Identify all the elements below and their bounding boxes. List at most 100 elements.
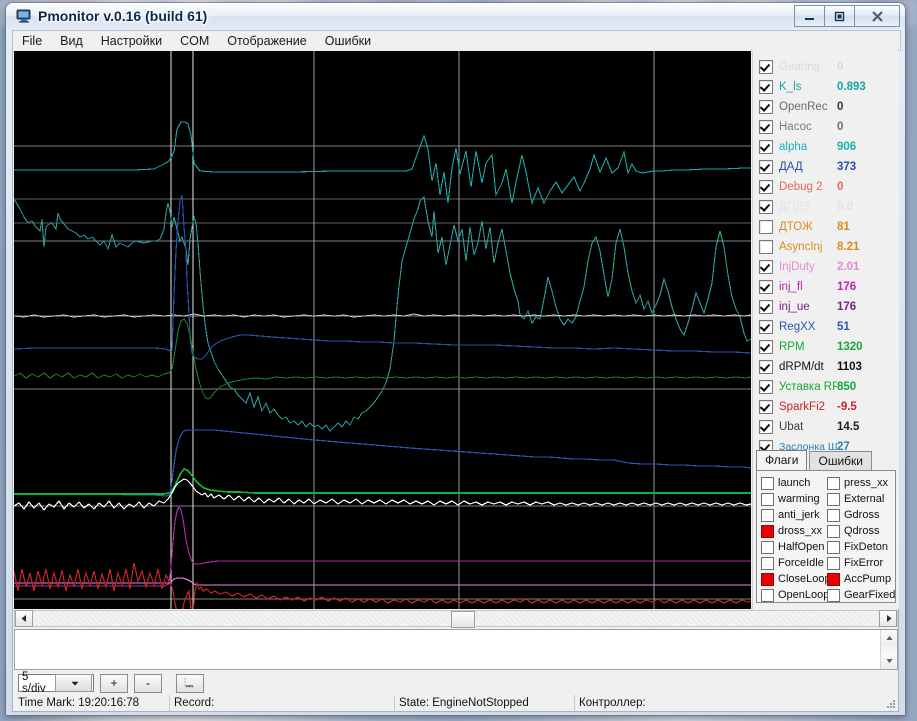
channel-checkbox-sparkfi2[interactable] xyxy=(759,400,773,414)
channel-checkbox-drpm-dt[interactable] xyxy=(759,360,773,374)
zoom-out-button[interactable]: - xyxy=(134,673,162,693)
scroll-up-icon[interactable] xyxy=(881,630,897,646)
menu-item-display[interactable]: Отображение xyxy=(218,32,315,51)
channel-row-gearing[interactable]: Gearing 0 xyxy=(753,57,893,77)
tab-errors[interactable]: Ошибки xyxy=(809,451,872,471)
log-textbox[interactable] xyxy=(14,629,898,670)
menu-item-settings[interactable]: Настройки xyxy=(92,32,171,51)
channel-row-inj-ue[interactable]: inj_ue 176 xyxy=(753,297,893,317)
channel-row-injduty[interactable]: InjDuty 2.01 xyxy=(753,257,893,277)
flag-row-launch[interactable]: launch xyxy=(761,475,827,491)
channel-checkbox-debug2[interactable] xyxy=(759,180,773,194)
channel-checkbox-gearing[interactable] xyxy=(759,60,773,74)
flag-row-dross-xx[interactable]: dross_xx xyxy=(761,523,827,539)
graph-horizontal-scrollbar[interactable] xyxy=(14,610,898,628)
menu-item-com[interactable]: COM xyxy=(171,32,218,51)
flag-row-forceidle[interactable]: ForceIdle xyxy=(761,555,827,571)
flag-checkbox-openloop[interactable] xyxy=(761,588,774,602)
flag-checkbox-launch[interactable] xyxy=(761,476,774,490)
channel-checkbox-regxx[interactable] xyxy=(759,320,773,334)
menu-item-file[interactable]: File xyxy=(13,32,51,51)
channel-checkbox-injduty[interactable] xyxy=(759,260,773,274)
flag-checkbox-fixerror[interactable] xyxy=(827,556,840,570)
channel-row-asyncinj[interactable]: AsyncInj 8.21 xyxy=(753,237,893,257)
channel-row-rpm[interactable]: RPM 1320 xyxy=(753,337,893,357)
flag-row-gearfixed[interactable]: GearFixed xyxy=(827,587,895,603)
flag-row-openloop[interactable]: OpenLoop xyxy=(761,587,829,603)
flag-row-warming[interactable]: warming xyxy=(761,491,827,507)
flag-row-closeloop[interactable]: CloseLoop xyxy=(761,571,831,587)
channel-row-sparkfi2[interactable]: SparkFi2 -9.5 xyxy=(753,397,893,417)
channel-row-debug2[interactable]: Debug 2 0 xyxy=(753,177,893,197)
flag-checkbox-dross-xx[interactable] xyxy=(761,524,774,538)
close-icon[interactable] xyxy=(854,5,900,27)
channel-row-inj-fl[interactable]: inj_fl 176 xyxy=(753,277,893,297)
scroll-down-icon[interactable] xyxy=(881,653,897,669)
channel-row-alpha[interactable]: alpha 906 xyxy=(753,137,893,157)
flag-row-qdross[interactable]: Qdross xyxy=(827,523,893,539)
channel-checkbox-rpm[interactable] xyxy=(759,340,773,354)
channel-row-dtozh[interactable]: ДТОЖ 81 xyxy=(753,217,893,237)
scroll-left-icon[interactable] xyxy=(15,610,33,627)
timebase-select[interactable]: 5 s/div xyxy=(18,671,94,695)
flag-checkbox-warming[interactable] xyxy=(761,492,774,506)
channel-row-k-ls[interactable]: K_ls 0.893 xyxy=(753,77,893,97)
flag-row-press-xx[interactable]: press_xx xyxy=(827,475,893,491)
zoom-in-button[interactable]: + xyxy=(100,673,128,693)
log-vertical-scrollbar[interactable] xyxy=(880,630,897,669)
channel-row-zaslonka[interactable]: Заслонка ШПЧ 27 xyxy=(753,437,893,451)
channel-list[interactable]: Gearing 0 K_ls 0.893 OpenRec 0 Насос 0 a… xyxy=(753,57,893,451)
channel-checkbox-inj-fl[interactable] xyxy=(759,280,773,294)
flag-checkbox-forceidle[interactable] xyxy=(761,556,774,570)
chevron-down-icon[interactable] xyxy=(54,674,92,692)
channel-checkbox-alpha[interactable] xyxy=(759,140,773,154)
channel-row-dpdz[interactable]: ДПДЗ 0.0 xyxy=(753,197,893,217)
channel-row-drpm-dt[interactable]: dRPM/dt 1103 xyxy=(753,357,893,377)
channel-checkbox-dad[interactable] xyxy=(759,160,773,174)
flag-checkbox-qdross[interactable] xyxy=(827,524,840,538)
channel-checkbox-inj-ue[interactable] xyxy=(759,300,773,314)
channel-checkbox-asyncinj[interactable] xyxy=(759,240,773,254)
marker-button[interactable] xyxy=(176,673,204,693)
channel-row-nasos[interactable]: Насос 0 xyxy=(753,117,893,137)
flag-row-fixerror[interactable]: FixError xyxy=(827,555,893,571)
channel-checkbox-k-ls[interactable] xyxy=(759,80,773,94)
channel-checkbox-ustavka-rpm[interactable] xyxy=(759,380,773,394)
flag-checkbox-gdross[interactable] xyxy=(827,508,840,522)
flag-checkbox-accpump[interactable] xyxy=(827,572,840,586)
channel-row-dad[interactable]: ДАД 373 xyxy=(753,157,893,177)
channel-checkbox-openrec[interactable] xyxy=(759,100,773,114)
menu-item-errors[interactable]: Ошибки xyxy=(316,32,380,51)
flag-row-gdross[interactable]: Gdross xyxy=(827,507,893,523)
resize-grip-icon[interactable] xyxy=(884,698,896,710)
channel-row-ubat[interactable]: Ubat 14.5 xyxy=(753,417,893,437)
channel-row-openrec[interactable]: OpenRec 0 xyxy=(753,97,893,117)
channel-checkbox-dpdz[interactable] xyxy=(759,200,773,214)
tab-flags[interactable]: Флаги xyxy=(756,450,808,471)
channel-checkbox-nasos[interactable] xyxy=(759,120,773,134)
channel-row-regxx[interactable]: RegXX 51 xyxy=(753,317,893,337)
channel-checkbox-ubat[interactable] xyxy=(759,420,773,434)
flag-checkbox-gearfixed[interactable] xyxy=(827,588,840,602)
flag-checkbox-anti-jerk[interactable] xyxy=(761,508,774,522)
flag-row-anti-jerk[interactable]: anti_jerk xyxy=(761,507,827,523)
title-bar[interactable]: Pmonitor v.0.16 (build 61) xyxy=(6,3,905,29)
channel-row-ustavka-rpm[interactable]: Уставка RPM 850 xyxy=(753,377,893,397)
menu-item-view[interactable]: Вид xyxy=(51,32,92,51)
flag-row-accpump[interactable]: AccPump xyxy=(827,571,893,587)
flag-checkbox-halfopen[interactable] xyxy=(761,540,774,554)
flag-checkbox-fixdeton[interactable] xyxy=(827,540,840,554)
flag-checkbox-press-xx[interactable] xyxy=(827,476,840,490)
scroll-right-icon[interactable] xyxy=(879,610,897,627)
flag-row-fixdeton[interactable]: FixDeton xyxy=(827,539,893,555)
flag-row-external[interactable]: External xyxy=(827,491,893,507)
flag-row-halfopen[interactable]: HalfOpen xyxy=(761,539,827,555)
flag-checkbox-external[interactable] xyxy=(827,492,840,506)
scrollbar-thumb[interactable] xyxy=(451,611,475,628)
oscilloscope-graph[interactable] xyxy=(14,51,751,609)
flag-checkbox-closeloop[interactable] xyxy=(761,572,774,586)
scrollbar-track[interactable] xyxy=(33,611,879,628)
minimize-icon[interactable] xyxy=(794,5,825,27)
channel-checkbox-dtozh[interactable] xyxy=(759,220,773,234)
maximize-icon[interactable] xyxy=(824,5,855,27)
